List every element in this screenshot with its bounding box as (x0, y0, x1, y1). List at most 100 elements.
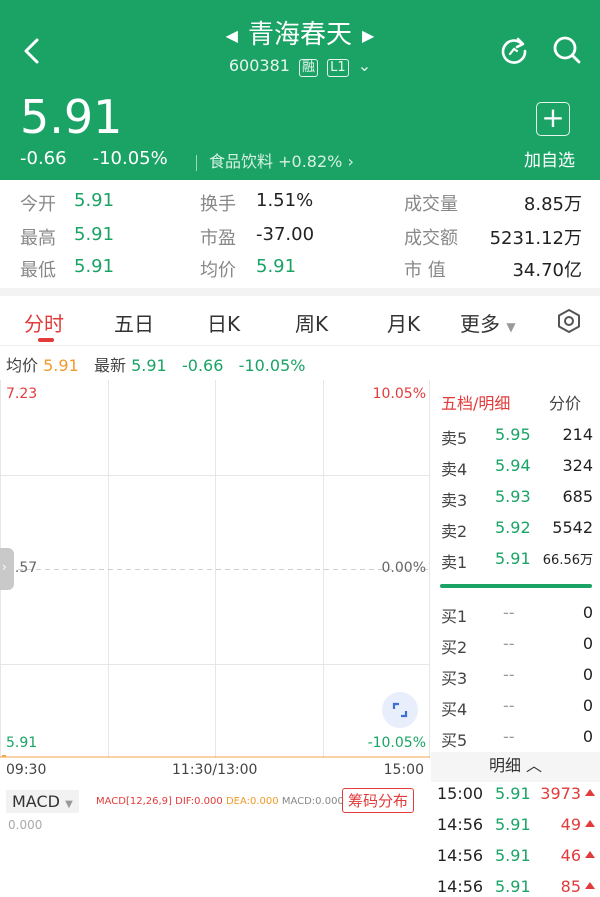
tab-intraday[interactable]: 分时 (24, 308, 64, 337)
quote-stats: 今开 5.91 最高 5.91 最低 5.91 换手 1.51% 市盈 -37.… (0, 182, 600, 288)
add-watchlist-label[interactable]: 加自选 (524, 146, 575, 171)
high-label: 最高 (20, 228, 56, 249)
time-mid: 11:30/13:00 (172, 762, 258, 778)
plus-icon[interactable]: + (536, 102, 570, 136)
level-volume: 0 (582, 634, 593, 653)
level-label: 卖1 (441, 553, 468, 572)
turnover-label: 换手 (200, 194, 236, 215)
tab-five-day[interactable]: 五日 (114, 308, 154, 337)
up-arrow-icon (585, 789, 595, 796)
caret-down-icon: ▼ (506, 320, 516, 334)
chevron-down-icon[interactable]: ⌄ (358, 56, 371, 75)
chip-distribution-button[interactable]: 筹码分布 (342, 788, 415, 813)
tick-time: 14:56 (437, 815, 484, 834)
bid-row[interactable]: 买3 -- 0 (441, 665, 593, 695)
time-open: 09:30 (6, 762, 47, 778)
y-bottom-label: 5.91 (6, 735, 38, 751)
level-price: -- (503, 634, 515, 653)
pct-bottom-label: -10.05% (367, 735, 426, 751)
sector-name: 食品饮料 (209, 152, 274, 171)
level-price: 5.95 (495, 425, 531, 444)
section-divider (0, 288, 600, 296)
search-icon[interactable] (551, 34, 583, 66)
refresh-icon[interactable] (498, 34, 530, 66)
fullscreen-icon[interactable] (382, 692, 418, 728)
level-volume: 0 (582, 727, 593, 746)
dif-value: DIF:0.000 (175, 796, 223, 807)
settings-icon[interactable] (556, 308, 582, 334)
level-label: 卖4 (441, 460, 468, 479)
level-label: 买4 (441, 700, 468, 719)
tab-more[interactable]: 更多 ▼ (460, 308, 516, 337)
macd-value: MACD:0.000 (281, 796, 344, 807)
bid-row[interactable]: 买1 -- 0 (441, 603, 593, 633)
level-price: -- (503, 696, 515, 715)
ask-row[interactable]: 卖3 5.93 685 (441, 487, 593, 517)
chevron-up-icon: ︿ (526, 756, 543, 775)
sector-change: +0.82% (278, 152, 343, 171)
level-label: 买5 (441, 731, 468, 750)
y-top-label: 7.23 (6, 386, 38, 402)
ask-row[interactable]: 卖2 5.92 5542 (441, 518, 593, 548)
level-label: 买3 (441, 669, 468, 688)
low-label: 最低 (20, 260, 56, 281)
next-stock-icon[interactable]: ▶ (362, 26, 374, 45)
intraday-chart[interactable]: 7.23 10.05% 6.57 0.00% 5.91 -10.05% › (0, 380, 430, 758)
up-arrow-icon (585, 851, 595, 858)
tick-volume: 49 (560, 815, 581, 834)
amount-value: 5231.12万 (489, 228, 582, 249)
latest-value: 5.91 (131, 356, 167, 375)
tick-price: 5.91 (495, 846, 531, 865)
intraday-summary: 均价 5.91 最新 5.91 -0.66 -10.05% (6, 352, 305, 376)
level-label: 买2 (441, 638, 468, 657)
avg-price-value: 5.91 (256, 256, 297, 277)
detail-toggle[interactable]: 明细 ︿ (431, 752, 600, 782)
level-price: 5.93 (495, 487, 531, 506)
side-drawer-handle[interactable]: › (0, 548, 14, 590)
margin-tag: 融 (299, 59, 319, 77)
ask-row[interactable]: 卖4 5.94 324 (441, 456, 593, 486)
open-value: 5.91 (74, 190, 115, 211)
level-label: 卖5 (441, 429, 468, 448)
level-label: 买1 (441, 607, 468, 626)
level-volume: 5542 (552, 518, 593, 537)
level-price: -- (503, 665, 515, 684)
pct-top-label: 10.05% (372, 386, 426, 402)
tab-price-distribution[interactable]: 分价 (549, 390, 581, 414)
price-change-row: -0.66 -10.05% (20, 148, 194, 169)
prev-stock-icon[interactable]: ◀ (226, 26, 238, 45)
tick-price: 5.91 (495, 877, 531, 896)
tab-daily-k[interactable]: 日K (207, 308, 240, 337)
ask-row[interactable]: 卖1 5.91 66.56万 (441, 549, 593, 579)
level-label: 卖2 (441, 522, 468, 541)
pct-mid-label: 0.00% (381, 560, 426, 576)
tab-monthly-k[interactable]: 月K (387, 308, 420, 337)
time-close: 15:00 (383, 762, 424, 778)
indicator-selector[interactable]: MACD ▼ (6, 790, 79, 813)
level-price: -- (503, 603, 515, 622)
chevron-right-icon: › (2, 560, 7, 574)
tick-time: 14:56 (437, 846, 484, 865)
chevron-right-icon: › (347, 152, 354, 171)
macd-values: MACD[12,26,9] DIF:0.000 DEA:0.000 MACD:0… (96, 796, 344, 807)
tab-level5-detail[interactable]: 五档/明细 (441, 390, 510, 414)
avg-value: 5.91 (43, 356, 79, 375)
divider (196, 154, 197, 171)
level-volume: 685 (562, 487, 593, 506)
bid-row[interactable]: 买4 -- 0 (441, 696, 593, 726)
bid-row[interactable]: 买2 -- 0 (441, 634, 593, 664)
level-price: 5.91 (495, 549, 531, 568)
latest-change: -0.66 (182, 356, 224, 375)
tab-weekly-k[interactable]: 周K (295, 308, 328, 337)
market-cap-label: 市 值 (404, 260, 446, 281)
volume-value: 8.85万 (523, 194, 582, 215)
turnover-value: 1.51% (256, 190, 314, 211)
ask-row[interactable]: 卖5 5.95 214 (441, 425, 593, 455)
tick-volume: 3973 (540, 784, 581, 803)
sector-link[interactable]: 食品饮料 +0.82% › (196, 148, 354, 172)
level-volume: 66.56万 (542, 553, 593, 568)
level-price: -- (503, 727, 515, 746)
macd-zero-label: 0.000 (8, 818, 43, 832)
chart-canvas (0, 380, 430, 758)
low-value: 5.91 (74, 256, 115, 277)
